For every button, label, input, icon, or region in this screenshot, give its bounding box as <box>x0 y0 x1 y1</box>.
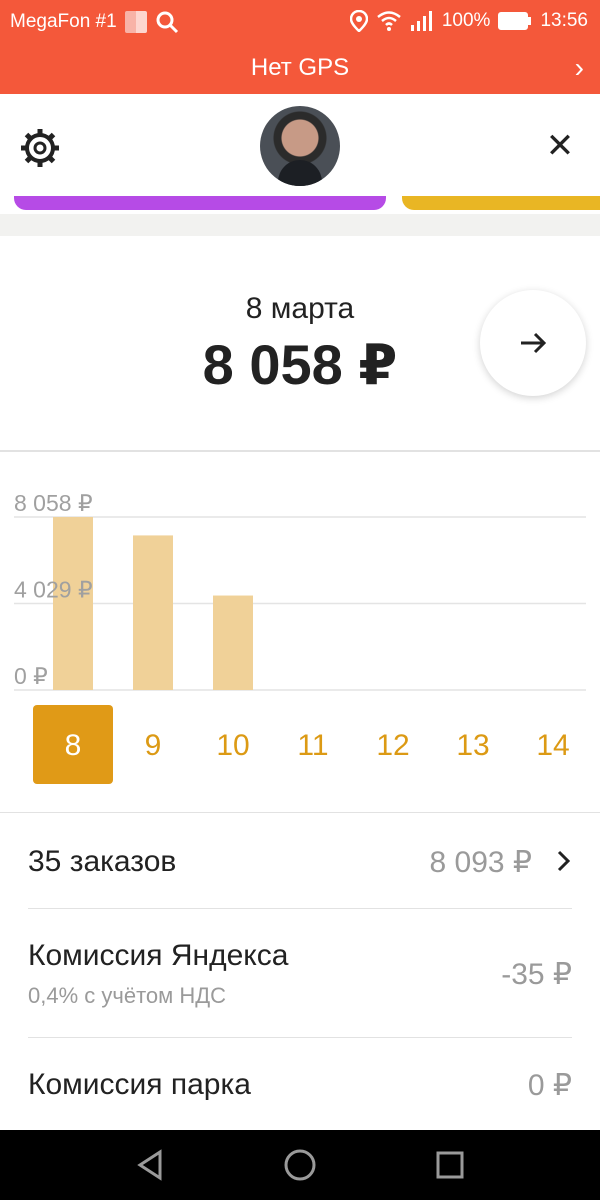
recents-icon[interactable] <box>433 1148 467 1182</box>
orders-value: 8 093 ₽ <box>429 846 533 879</box>
chart-bar <box>213 595 253 690</box>
yandex-commission-value: -35 ₽ <box>501 958 572 991</box>
arrow-right-icon <box>521 332 547 354</box>
day-label[interactable]: 10 <box>216 729 249 762</box>
gps-banner-title: Нет GPS <box>250 54 350 81</box>
wifi-icon <box>377 11 401 31</box>
gear-icon[interactable] <box>18 126 62 170</box>
orders-label: 35 заказов <box>28 845 177 878</box>
day-label[interactable]: 14 <box>536 729 569 762</box>
chart-bar <box>133 535 173 690</box>
status-bar: MegaFon #1 100% 13:56 <box>0 0 600 42</box>
system-nav-bar <box>0 1130 600 1200</box>
battery-icon <box>498 12 532 30</box>
next-day-button[interactable] <box>480 290 586 396</box>
signal-icon <box>410 11 432 31</box>
summary-date: 8 марта <box>245 292 355 325</box>
clock: 13:56 <box>540 10 588 31</box>
carrier-name: MegaFon #1 <box>10 11 117 32</box>
day-label[interactable]: 11 <box>297 729 328 762</box>
chart-bar <box>53 517 93 690</box>
park-commission-row: Комиссия парка 0 ₽ <box>0 1038 600 1130</box>
y-tick-label: 0 ₽ <box>14 663 48 689</box>
orders-row[interactable]: 35 заказов 8 093 ₽ <box>0 813 600 908</box>
notification-icon <box>124 11 147 33</box>
back-icon[interactable] <box>134 1148 168 1182</box>
park-commission-value: 0 ₽ <box>527 1069 572 1102</box>
park-commission-label: Комиссия парка <box>28 1068 251 1101</box>
day-label[interactable]: 12 <box>376 729 409 762</box>
yandex-commission-label: Комиссия Яндекса <box>28 939 289 972</box>
yandex-commission-row: Комиссия Яндекса 0,4% с учётом НДС -35 ₽ <box>0 909 600 1037</box>
battery-percent: 100% <box>441 10 491 31</box>
close-icon[interactable]: ✕ <box>540 126 580 166</box>
day-label[interactable]: 8 <box>65 729 82 762</box>
yandex-commission-note: 0,4% с учётом НДС <box>28 983 227 1008</box>
location-icon <box>349 10 368 32</box>
y-tick-label: 8 058 ₽ <box>14 490 93 516</box>
gps-banner[interactable]: Нет GPS › <box>0 42 600 94</box>
chevron-right-icon: › <box>574 52 584 83</box>
home-icon[interactable] <box>283 1148 317 1182</box>
earnings-summary: 8 марта 8 058 ₽ <box>0 236 600 450</box>
card-purple[interactable] <box>14 196 386 210</box>
earnings-chart: 0 ₽ 4 029 ₽ 8 058 ₽ 8 9 10 11 12 13 14 <box>0 452 600 812</box>
card-yellow[interactable] <box>402 196 600 210</box>
day-label[interactable]: 13 <box>456 729 489 762</box>
chevron-right-icon <box>557 850 571 872</box>
avatar[interactable] <box>260 106 340 186</box>
summary-amount: 8 058 ₽ <box>202 333 398 396</box>
day-label[interactable]: 9 <box>145 729 162 762</box>
section-separator <box>0 214 600 236</box>
y-tick-label: 4 029 ₽ <box>14 577 93 603</box>
search-icon <box>156 11 178 34</box>
chart-canvas: 0 ₽ 4 029 ₽ 8 058 ₽ 8 9 10 11 12 13 14 <box>14 490 586 784</box>
